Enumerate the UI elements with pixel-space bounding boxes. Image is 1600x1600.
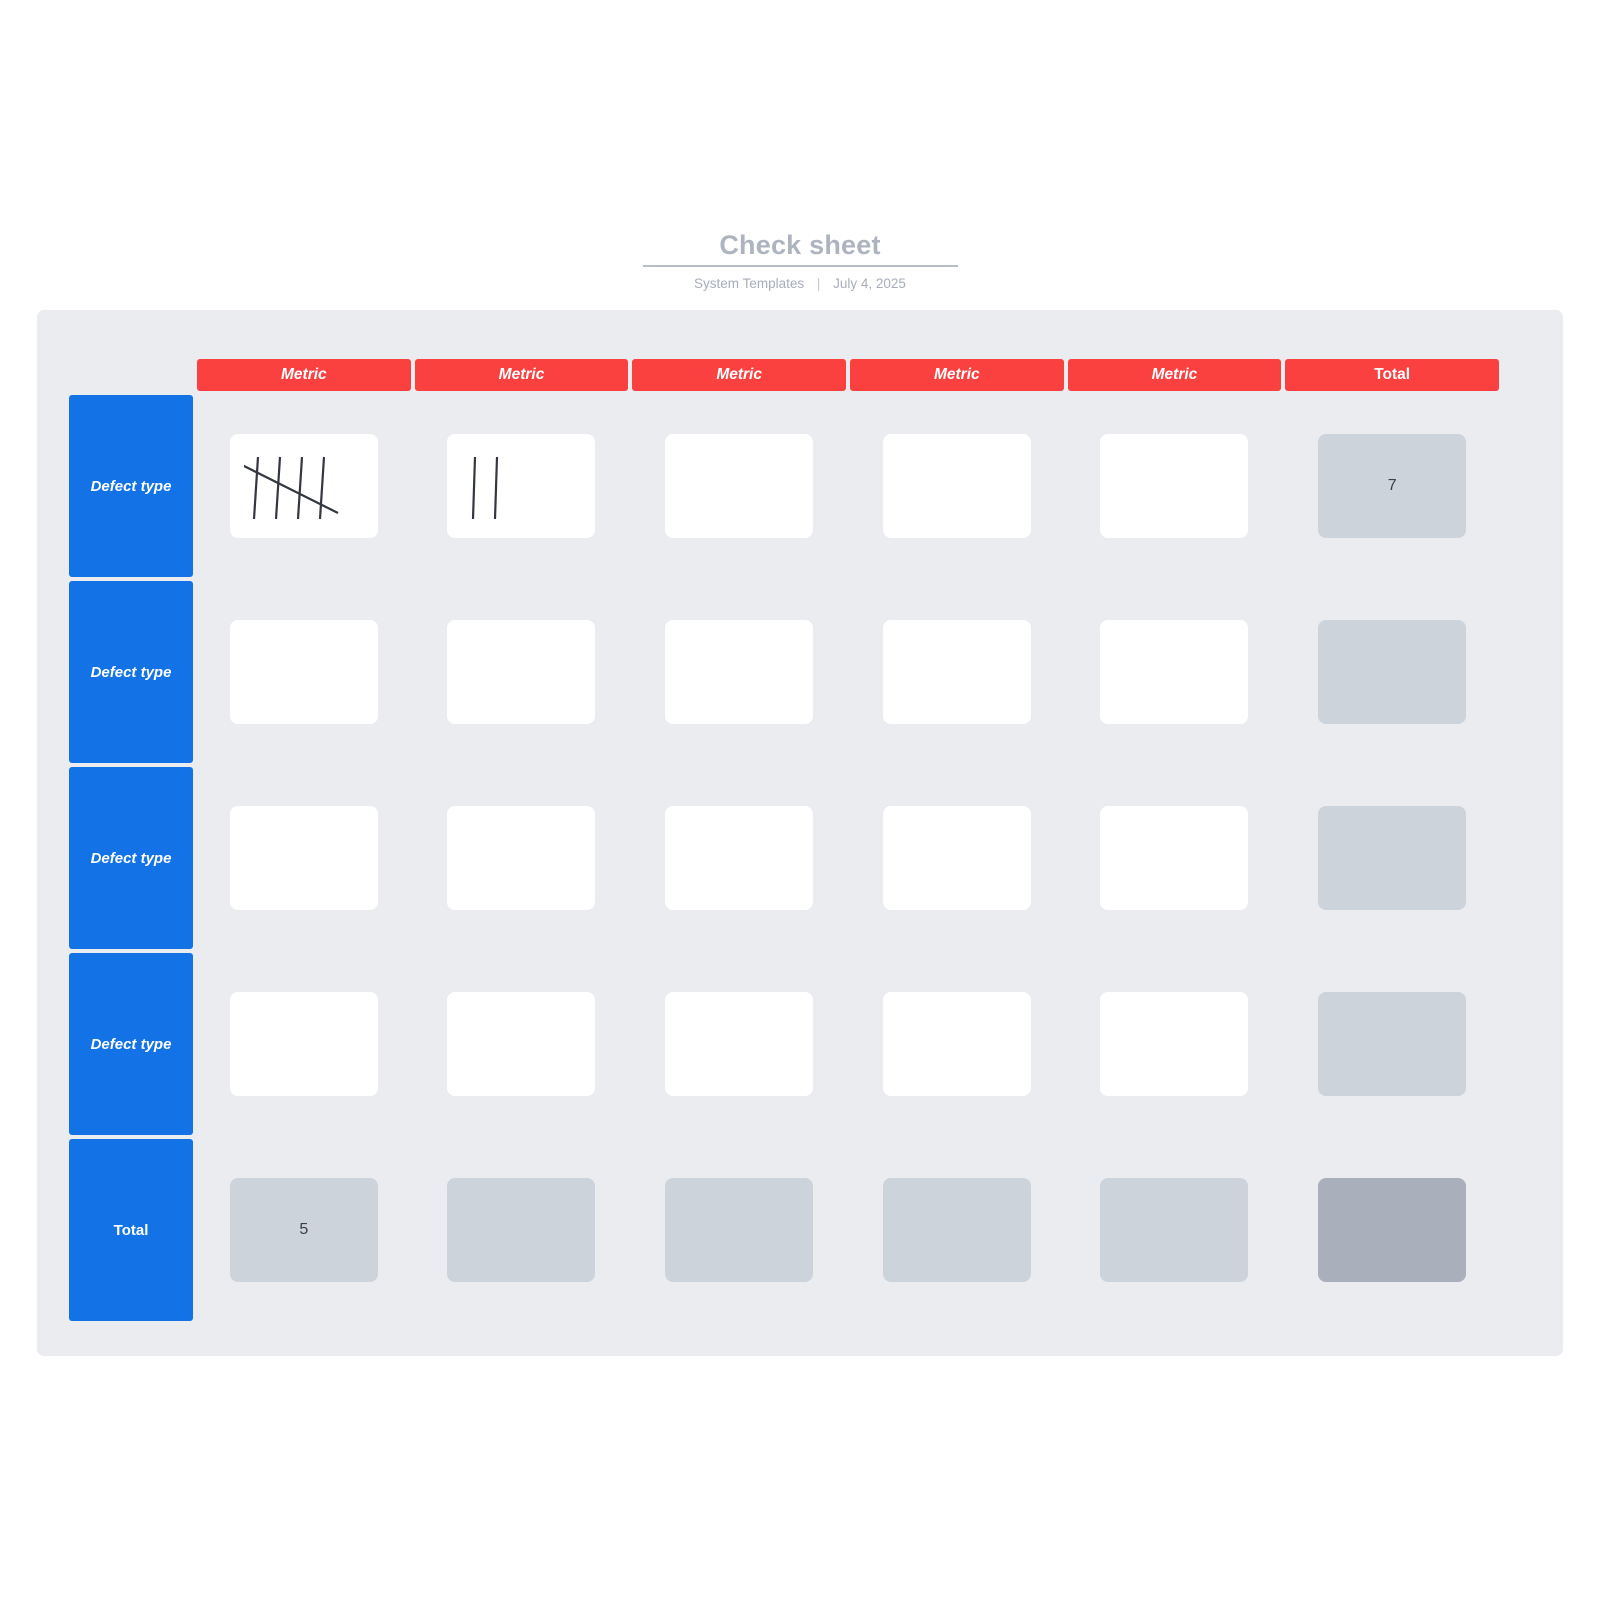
grid-cell [414,1139,629,1321]
grid-cell [849,1139,1064,1321]
grid-cell [1285,953,1499,1135]
grid-cell [849,581,1064,763]
grid-cell [632,1139,846,1321]
tally-mark-box[interactable] [447,434,596,538]
tally-entry-box[interactable] [665,620,814,724]
check-sheet-grid: Metric Metric Metric Metric Metric Total Defec… [65,355,1503,1321]
column-header-metric-2[interactable]: Metric [414,359,629,391]
row-header-total[interactable]: Total [69,1139,193,1321]
grid-cell [632,767,846,949]
grid-cell [849,395,1064,577]
document-meta: System Templates | July 4, 2025 [0,275,1600,293]
column-header-metric-1[interactable]: Metric [197,359,411,391]
column-header-total[interactable]: Total [1285,359,1499,391]
column-header-metric-3[interactable]: Metric [632,359,846,391]
tally-entry-box[interactable] [665,806,814,910]
grid-cell [414,581,629,763]
tally-entry-box[interactable] [882,620,1031,724]
grid-cell [632,395,846,577]
grid-cell [1285,767,1499,949]
grid-cell [414,767,629,949]
title-divider [642,265,958,267]
meta-separator: | [816,276,821,291]
grid-cell [197,395,411,577]
table-row: Defect type [69,581,1499,763]
document-source: System Templates [694,276,805,291]
total-value-box[interactable] [1318,992,1467,1096]
tally-entry-box[interactable] [229,806,378,910]
row-header-defect-type-4[interactable]: Defect type [69,953,193,1135]
grid-cell [1067,953,1282,1135]
tally-entry-box[interactable] [229,992,378,1096]
tally-entry-box[interactable] [882,992,1031,1096]
tally-entry-box[interactable] [882,434,1031,538]
grid-cell [197,767,411,949]
total-value-box[interactable] [882,1178,1031,1282]
total-value-box[interactable] [447,1178,596,1282]
row-header-defect-type-1[interactable]: Defect type [69,395,193,577]
tally-entry-box[interactable] [882,806,1031,910]
page-title: Check sheet [719,230,881,260]
row-header-defect-type-3[interactable]: Defect type [69,767,193,949]
grid-cell [1067,581,1282,763]
grid-cell [197,581,411,763]
tally-entry-box[interactable] [665,434,814,538]
total-value-box[interactable] [1318,806,1467,910]
grid-cell [1285,1139,1499,1321]
column-header-metric-4[interactable]: Metric [849,359,1064,391]
document-header: Check sheet System Templates | July 4, 2… [0,228,1600,293]
check-sheet-table: Metric Metric Metric Metric Metric Total Defec… [65,355,1503,1325]
grid-cell [197,953,411,1135]
grid-cell: 5 [197,1139,411,1321]
grid-cell: 7 [1285,395,1499,577]
tally-entry-box[interactable] [665,992,814,1096]
total-value-box[interactable]: 7 [1318,434,1467,538]
grid-cell [1067,395,1282,577]
tally-entry-box[interactable] [447,806,596,910]
tally-entry-box[interactable] [229,620,378,724]
tally-entry-box[interactable] [1100,806,1249,910]
tally-mark-box[interactable] [229,434,378,538]
tally-entry-box[interactable] [447,620,596,724]
grid-cell [1067,767,1282,949]
column-header-metric-5[interactable]: Metric [1067,359,1282,391]
grid-cell [632,581,846,763]
table-corner-cell [69,359,193,391]
tally-entry-box[interactable] [1100,434,1249,538]
total-value-box[interactable]: 5 [229,1178,378,1282]
total-value-box[interactable] [665,1178,814,1282]
grid-cell [414,395,629,577]
tally-entry-box[interactable] [1100,620,1249,724]
grid-cell [632,953,846,1135]
row-header-defect-type-2[interactable]: Defect type [69,581,193,763]
table-row: Defect type 7 [69,395,1499,577]
total-value-box[interactable] [1318,620,1467,724]
grid-cell [414,953,629,1135]
grid-cell [849,953,1064,1135]
grid-cell [849,767,1064,949]
grid-cell [1067,1139,1282,1321]
grand-total-box[interactable] [1318,1178,1467,1282]
table-row: Total 5 [69,1139,1499,1321]
table-header-row: Metric Metric Metric Metric Metric Total [69,359,1499,391]
table-row: Defect type [69,767,1499,949]
document-date: July 4, 2025 [833,276,906,291]
total-value-box[interactable] [1100,1178,1249,1282]
tally-entry-box[interactable] [1100,992,1249,1096]
canvas-panel: Metric Metric Metric Metric Metric Total Defec… [37,310,1563,1356]
tally-entry-box[interactable] [447,992,596,1096]
grid-cell [1285,581,1499,763]
table-row: Defect type [69,953,1499,1135]
